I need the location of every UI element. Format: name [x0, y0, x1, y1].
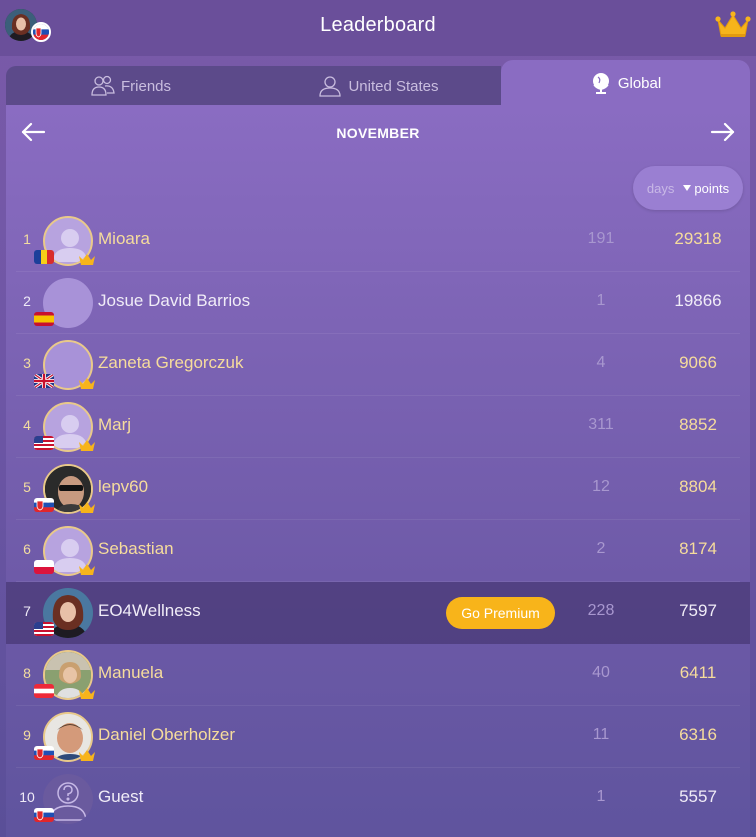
days-value: 11	[592, 726, 610, 743]
points-value: 8174	[679, 539, 717, 558]
premium-crown-icon	[78, 686, 96, 700]
sort-points-option[interactable]: points	[682, 181, 729, 196]
poland-flag-icon	[34, 560, 54, 574]
days-value: 2	[596, 540, 606, 557]
sort-down-icon	[683, 185, 692, 191]
rank-number: 5	[23, 479, 31, 495]
leaderboard-row[interactable]: 1 Mioara 191 29318	[6, 210, 750, 272]
days-value: 228	[587, 602, 615, 619]
tab-united-states-label: United States	[348, 77, 439, 95]
days-value: 40	[592, 664, 610, 681]
leaderboard-list: 1 Mioara 191 29318 2 Josue David Barrios…	[6, 210, 750, 830]
premium-crown-icon	[78, 438, 96, 452]
tab-friends[interactable]: Friends	[6, 66, 256, 106]
player-name: Manuela	[98, 663, 164, 682]
player-name: Josue David Barrios	[98, 291, 251, 310]
austria-flag-icon	[34, 684, 54, 698]
sort-days-option[interactable]: days	[647, 181, 674, 196]
rank-number: 7	[23, 603, 31, 619]
points-value: 6316	[679, 725, 717, 744]
points-value: 29318	[674, 229, 722, 248]
friends-icon	[91, 75, 115, 96]
leaderboard-row[interactable]: 2 Josue David Barrios 1 19866	[6, 272, 750, 334]
person-icon	[319, 76, 342, 97]
points-value: 9066	[679, 353, 717, 372]
next-month-arrow-icon[interactable]	[710, 121, 736, 143]
rank-number: 4	[23, 417, 31, 433]
premium-crown-icon	[78, 376, 96, 390]
days-value: 1	[596, 292, 606, 309]
usa-flag-icon	[34, 622, 54, 636]
slovakia-flag-icon	[34, 498, 54, 512]
uk-flag-icon	[34, 374, 54, 388]
premium-crown-icon	[78, 500, 96, 514]
leaderboard-row[interactable]: 6 Sebastian 2 8174	[6, 520, 750, 582]
leaderboard-row[interactable]: 4 Marj 311 8852	[6, 396, 750, 458]
go-premium-button[interactable]: Go Premium	[446, 597, 555, 629]
points-value: 5557	[679, 787, 717, 806]
scope-tabs: Friends United States Global	[6, 60, 750, 106]
rank-number: 9	[23, 727, 31, 743]
sort-toggle[interactable]: days points	[633, 166, 743, 210]
leaderboard-panel: NOVEMBER days points 1 Mioara 191 29318 …	[6, 105, 750, 837]
player-name: Zaneta Gregorczuk	[98, 353, 244, 372]
player-name: Mioara	[98, 229, 150, 248]
days-value: 311	[588, 416, 614, 433]
leaderboard-row[interactable]: 9 Daniel Oberholzer 11 6316	[6, 706, 750, 768]
leaderboard-row[interactable]: 10 Guest 1 5557	[6, 768, 750, 830]
player-name: Guest	[98, 787, 144, 806]
days-value: 4	[596, 354, 606, 371]
points-value: 19866	[674, 291, 722, 310]
rank-number: 2	[23, 293, 31, 309]
slovakia-flag-icon	[34, 746, 54, 760]
rank-number: 8	[23, 665, 31, 681]
top-bar: Leaderboard	[0, 0, 756, 56]
tab-friends-label: Friends	[120, 77, 172, 95]
month-navigator: NOVEMBER	[6, 105, 750, 161]
rank-number: 6	[23, 541, 31, 557]
rank-number: 3	[23, 355, 31, 371]
romania-flag-icon	[34, 250, 54, 264]
leaderboard-row[interactable]: 3 Zaneta Gregorczuk 4 9066	[6, 334, 750, 396]
leaderboard-row[interactable]: 5 lepv60 12 8804	[6, 458, 750, 520]
tab-global[interactable]: Global	[501, 60, 750, 106]
player-name: Daniel Oberholzer	[98, 725, 236, 744]
rank-number: 10	[19, 789, 35, 805]
player-name: Sebastian	[98, 539, 174, 558]
spain-flag-icon	[34, 312, 54, 326]
player-name: lepv60	[98, 477, 149, 496]
sort-points-label: points	[694, 180, 730, 196]
globe-icon	[592, 73, 609, 94]
points-value: 8804	[679, 477, 717, 496]
crown-icon[interactable]	[714, 10, 752, 40]
days-value: 12	[592, 478, 610, 495]
usa-flag-icon	[34, 436, 54, 450]
tab-united-states[interactable]: United States	[256, 66, 501, 106]
player-name: Marj	[98, 415, 132, 434]
tab-global-label: Global	[617, 74, 662, 92]
player-name: EO4Wellness	[98, 601, 201, 620]
page-title: Leaderboard	[320, 14, 436, 36]
points-value: 8852	[679, 415, 717, 434]
points-value: 7597	[679, 601, 717, 620]
slovakia-flag-icon	[34, 808, 54, 822]
leaderboard-row[interactable]: 8 Manuela 40 6411	[6, 644, 750, 706]
month-label: NOVEMBER	[336, 125, 420, 141]
premium-crown-icon	[78, 562, 96, 576]
current-user-row[interactable]: 7 EO4Wellness Go Premium 228 7597	[6, 582, 750, 644]
rank-number: 1	[23, 231, 31, 247]
days-value: 191	[587, 230, 615, 247]
points-value: 6411	[679, 663, 717, 682]
days-value: 1	[596, 788, 606, 805]
premium-crown-icon	[78, 748, 96, 762]
premium-crown-icon	[78, 252, 96, 266]
